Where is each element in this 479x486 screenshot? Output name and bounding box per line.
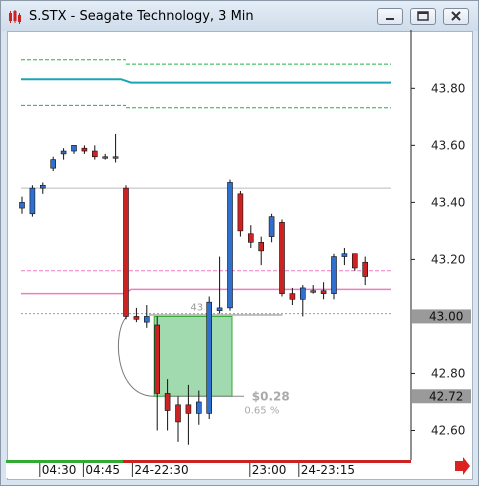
candle-body[interactable] — [320, 290, 327, 294]
candle-body[interactable] — [154, 324, 160, 394]
candle-body[interactable] — [331, 256, 337, 294]
candle-body[interactable] — [164, 393, 171, 411]
candle-body[interactable] — [341, 253, 348, 257]
price-move-box[interactable] — [153, 315, 233, 397]
candle-body[interactable] — [102, 156, 108, 159]
candle-body[interactable] — [351, 253, 358, 269]
scroll-right-arrow-icon[interactable] — [455, 457, 470, 475]
x-tick-label: 24-22:30 — [134, 463, 188, 477]
y-tick-label: 42.60 — [431, 423, 465, 437]
candle-body[interactable] — [289, 293, 296, 300]
candle-body[interactable] — [71, 145, 77, 152]
title-bar[interactable]: S.STX - Seagate Technology, 3 Min — [1, 1, 478, 31]
restore-icon — [417, 11, 429, 21]
price-tag-label: 43.00 — [429, 309, 463, 323]
candle-body[interactable] — [19, 202, 25, 209]
candle-body[interactable] — [206, 301, 212, 414]
candle-body[interactable] — [112, 156, 119, 159]
candle-body[interactable] — [185, 404, 192, 414]
minimize-button[interactable] — [377, 8, 403, 25]
candle-body[interactable] — [175, 404, 181, 423]
percent-label: 0.65 % — [244, 405, 279, 416]
candle-body[interactable] — [258, 241, 264, 252]
y-tick-label: 42.80 — [431, 366, 465, 380]
teal-average-line — [21, 78, 391, 84]
candle-body[interactable] — [268, 216, 275, 237]
candle-body[interactable] — [60, 150, 67, 155]
x-tick-label: 23:00 — [252, 463, 287, 477]
candle-body[interactable] — [216, 307, 223, 312]
app-chart-icon — [9, 10, 21, 24]
price-tag-label: 42.72 — [429, 389, 463, 403]
candle-body[interactable] — [133, 316, 140, 320]
gain-label: $0.28 — [252, 389, 290, 403]
candle-body[interactable] — [50, 159, 57, 169]
candle-body[interactable] — [196, 401, 202, 414]
candle-body[interactable] — [144, 316, 150, 323]
candle-body[interactable] — [92, 150, 98, 158]
candle-body[interactable] — [29, 187, 36, 215]
candle-body[interactable] — [39, 184, 46, 189]
candle-body[interactable] — [227, 182, 233, 309]
close-button[interactable] — [443, 8, 469, 25]
candle-body[interactable] — [123, 187, 129, 317]
price-chart[interactable]: 43.80 43.60 43.40 43.20 42.80 42.60 43.00 42.72… — [6, 30, 472, 479]
candle-body[interactable] — [310, 290, 317, 293]
window-title: S.STX - Seagate Technology, 3 Min — [29, 9, 254, 24]
connector-curve — [117, 316, 155, 397]
y-tick-label: 43.60 — [431, 138, 465, 152]
restore-button[interactable] — [410, 8, 436, 25]
x-tick-label: 24-23:15 — [301, 463, 355, 477]
candle-body[interactable] — [248, 233, 254, 243]
candle-body[interactable] — [81, 147, 88, 152]
candle-body[interactable] — [299, 287, 306, 300]
candle-body[interactable] — [362, 261, 369, 277]
candle-body[interactable] — [279, 222, 285, 294]
x-tick-label: 04:45 — [85, 463, 120, 477]
y-tick-label: 43.80 — [431, 81, 465, 95]
y-tick-label: 43.20 — [431, 252, 465, 266]
x-tick-label: 04:30 — [42, 463, 77, 477]
candle-body[interactable] — [237, 193, 244, 232]
close-icon — [451, 11, 461, 21]
marker-label: 43 — [190, 302, 203, 313]
minimize-icon — [386, 18, 394, 20]
y-tick-label: 43.40 — [431, 195, 465, 209]
